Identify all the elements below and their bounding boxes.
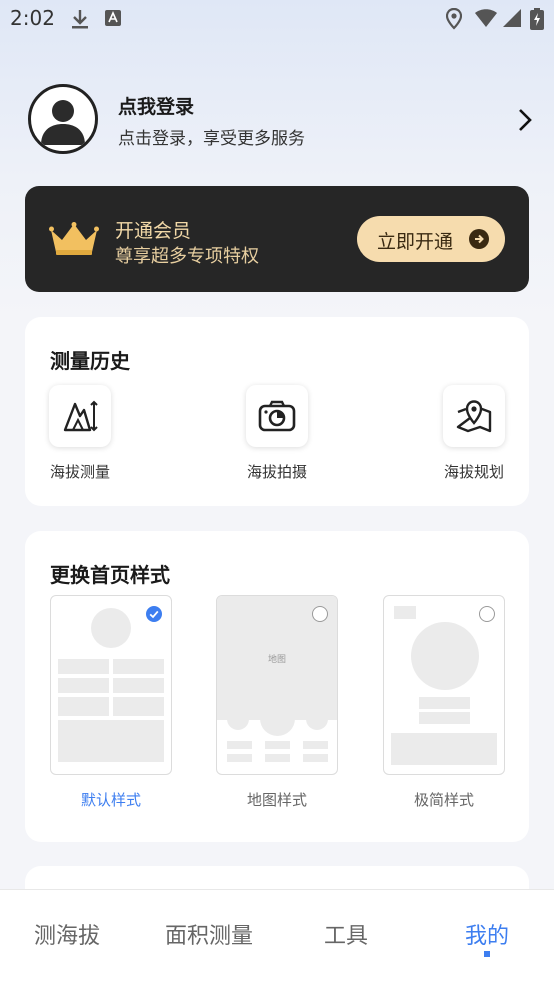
crown-icon	[49, 222, 99, 255]
history-title: 测量历史	[50, 349, 130, 373]
app-notification-icon	[105, 10, 121, 26]
login-row[interactable]: 点我登录 点击登录，享受更多服务	[28, 84, 532, 156]
style-option-map[interactable]: 地图 地图样式	[216, 595, 338, 810]
tab-tools[interactable]: 工具	[324, 918, 368, 950]
battery-charging-icon	[530, 8, 544, 30]
style-option-minimal[interactable]: 极简样式	[383, 595, 505, 810]
login-title[interactable]: 点我登录	[118, 92, 194, 119]
style-option-label: 极简样式	[413, 791, 474, 809]
user-avatar-icon	[41, 100, 85, 145]
style-radio[interactable]	[312, 606, 328, 622]
style-radio[interactable]	[479, 606, 495, 622]
home-style-card: 更换首页样式 默认样式 地图 地图样式 极简样式	[25, 531, 529, 842]
download-icon	[72, 10, 88, 29]
history-item-altitude-photo[interactable]: 海拔拍摄	[232, 385, 322, 482]
style-thumbnail[interactable]	[383, 595, 505, 775]
measurement-history-card: 测量历史 海拔测量 海拔拍摄 海拔规划	[25, 317, 529, 506]
login-subtitle: 点击登录，享受更多服务	[118, 129, 305, 149]
history-item-label: 海拔测量	[49, 463, 110, 481]
avatar[interactable]	[28, 84, 98, 154]
style-option-label: 默认样式	[80, 791, 141, 809]
history-item-label: 海拔拍摄	[246, 463, 307, 481]
arrow-right-circle-icon	[469, 229, 489, 249]
history-item-altitude-plan[interactable]: 海拔规划	[429, 385, 519, 482]
signal-icon	[503, 9, 521, 27]
style-option-default[interactable]: 默认样式	[50, 595, 172, 810]
tab-area-measure[interactable]: 面积测量	[165, 918, 253, 950]
style-thumbnail[interactable]	[50, 595, 172, 775]
vip-banner: 开通会员 尊享超多专项特权 立即开通	[25, 186, 529, 292]
altitude-measure-icon	[63, 400, 98, 432]
check-icon	[149, 610, 159, 619]
history-item-label: 海拔规划	[443, 463, 504, 481]
wifi-icon	[475, 9, 497, 27]
activate-vip-button[interactable]: 立即开通	[357, 216, 505, 262]
camera-icon	[258, 400, 296, 432]
map-placeholder-text: 地图	[267, 655, 286, 665]
activate-vip-label: 立即开通	[377, 231, 454, 253]
location-icon	[446, 8, 462, 30]
vip-subtitle: 尊享超多专项特权	[115, 246, 259, 267]
bottom-tab-bar: 测海拔 面积测量 工具 我的	[0, 889, 554, 984]
style-radio[interactable]	[146, 606, 162, 622]
status-bar: 2:02	[0, 0, 554, 36]
tab-altitude[interactable]: 测海拔	[34, 918, 100, 950]
history-item-altitude-measure[interactable]: 海拔测量	[35, 385, 125, 482]
tab-mine[interactable]: 我的	[465, 918, 509, 950]
vip-title: 开通会员	[115, 220, 192, 242]
home-style-title: 更换首页样式	[50, 563, 170, 587]
active-tab-indicator	[484, 951, 490, 957]
map-pin-icon	[456, 400, 492, 433]
style-option-label: 地图样式	[246, 791, 307, 809]
style-thumbnail[interactable]: 地图	[216, 595, 338, 775]
status-time: 2:02	[10, 6, 55, 30]
chevron-right-icon[interactable]	[518, 108, 532, 132]
